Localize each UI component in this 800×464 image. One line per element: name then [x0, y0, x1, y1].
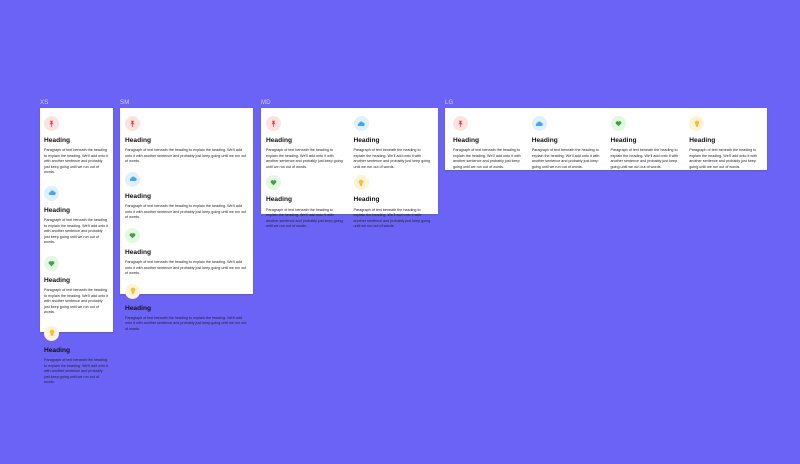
feature-card: Heading Paragraph of text beneath the he… [610, 116, 681, 170]
card-paragraph: Paragraph of text beneath the heading to… [266, 148, 343, 169]
card-heading: Heading [610, 137, 637, 144]
card-heading: Heading [44, 137, 71, 144]
card-heading: Heading [266, 137, 293, 144]
card-paragraph: Paragraph of text beneath the heading to… [689, 148, 757, 169]
feature-card: Heading Paragraph of text beneath the he… [353, 175, 434, 229]
card-paragraph: Paragraph of text beneath the heading to… [125, 315, 247, 332]
heart-icon [125, 227, 140, 243]
card-heading: Heading [453, 137, 480, 144]
card-paragraph: Paragraph of text beneath the heading to… [453, 148, 521, 169]
feature-card: Heading Paragraph of text beneath the he… [689, 116, 759, 170]
lightbulb-icon [44, 325, 59, 341]
pin-icon [44, 116, 59, 131]
card-heading: Heading [125, 137, 152, 144]
feature-card: Heading Paragraph of text beneath the he… [125, 227, 248, 277]
feature-card: Heading Paragraph of text beneath the he… [44, 185, 109, 246]
pin-icon [266, 116, 281, 131]
card-heading: Heading [125, 248, 152, 256]
card-paragraph: Paragraph of text beneath the heading to… [266, 207, 343, 229]
frame-label-lg: LG [445, 100, 454, 106]
cloud-icon [531, 116, 547, 131]
lightbulb-icon [125, 283, 140, 299]
card-paragraph: Paragraph of text beneath the heading to… [125, 204, 247, 220]
card-heading: Heading [44, 206, 71, 214]
pin-icon [453, 116, 468, 131]
lightbulb-icon [353, 175, 369, 191]
feature-card: Heading Paragraph of text beneath the he… [266, 175, 346, 229]
card-paragraph: Paragraph of text beneath the heading to… [531, 148, 600, 169]
frame-lg: Heading Paragraph of text beneath the he… [445, 108, 767, 170]
frame-label-sm: SM [120, 100, 130, 106]
feature-card: Heading Paragraph of text beneath the he… [125, 116, 248, 165]
feature-card: Heading Paragraph of text beneath the he… [266, 116, 346, 170]
heart-icon [44, 255, 59, 271]
card-heading: Heading [353, 196, 380, 204]
feature-card: Heading Paragraph of text beneath the he… [125, 171, 248, 221]
card-heading: Heading [531, 137, 558, 144]
cloud-icon [44, 185, 59, 201]
cloud-icon [353, 116, 369, 131]
card-paragraph: Paragraph of text beneath the heading to… [44, 288, 109, 315]
feature-card: Heading Paragraph of text beneath the he… [531, 116, 602, 170]
frame-label-xs: XS [40, 100, 49, 106]
lightbulb-icon [689, 116, 705, 131]
heart-icon [610, 116, 626, 131]
frame-label-md: MD [261, 100, 271, 106]
card-heading: Heading [44, 276, 71, 284]
card-heading: Heading [353, 137, 380, 144]
card-paragraph: Paragraph of text beneath the heading to… [353, 207, 431, 229]
card-paragraph: Paragraph of text beneath the heading to… [125, 260, 247, 276]
pin-icon [125, 116, 140, 131]
card-heading: Heading [125, 192, 152, 200]
card-heading: Heading [266, 196, 293, 204]
frame-md: Heading Paragraph of text beneath the he… [261, 108, 438, 228]
card-paragraph: Paragraph of text beneath the heading to… [44, 148, 109, 175]
card-paragraph: Paragraph of text beneath the heading to… [353, 148, 431, 169]
frame-xs: Heading Paragraph of text beneath the he… [40, 108, 113, 384]
heart-icon [266, 175, 281, 191]
feature-card: Heading Paragraph of text beneath the he… [125, 283, 248, 333]
card-heading: Heading [125, 304, 152, 312]
feature-card: Heading Paragraph of text beneath the he… [44, 116, 109, 176]
feature-card: Heading Paragraph of text beneath the he… [353, 116, 434, 170]
feature-card: Heading Paragraph of text beneath the he… [44, 325, 109, 386]
cloud-icon [125, 171, 140, 187]
card-paragraph: Paragraph of text beneath the heading to… [610, 148, 679, 169]
card-heading: Heading [689, 137, 716, 144]
card-paragraph: Paragraph of text beneath the heading to… [125, 148, 247, 164]
card-paragraph: Paragraph of text beneath the heading to… [44, 218, 109, 245]
card-heading: Heading [44, 346, 71, 354]
card-paragraph: Paragraph of text beneath the heading to… [44, 358, 109, 385]
feature-card: Heading Paragraph of text beneath the he… [44, 255, 109, 316]
feature-card: Heading Paragraph of text beneath the he… [453, 116, 523, 170]
frame-sm: Heading Paragraph of text beneath the he… [120, 108, 253, 331]
